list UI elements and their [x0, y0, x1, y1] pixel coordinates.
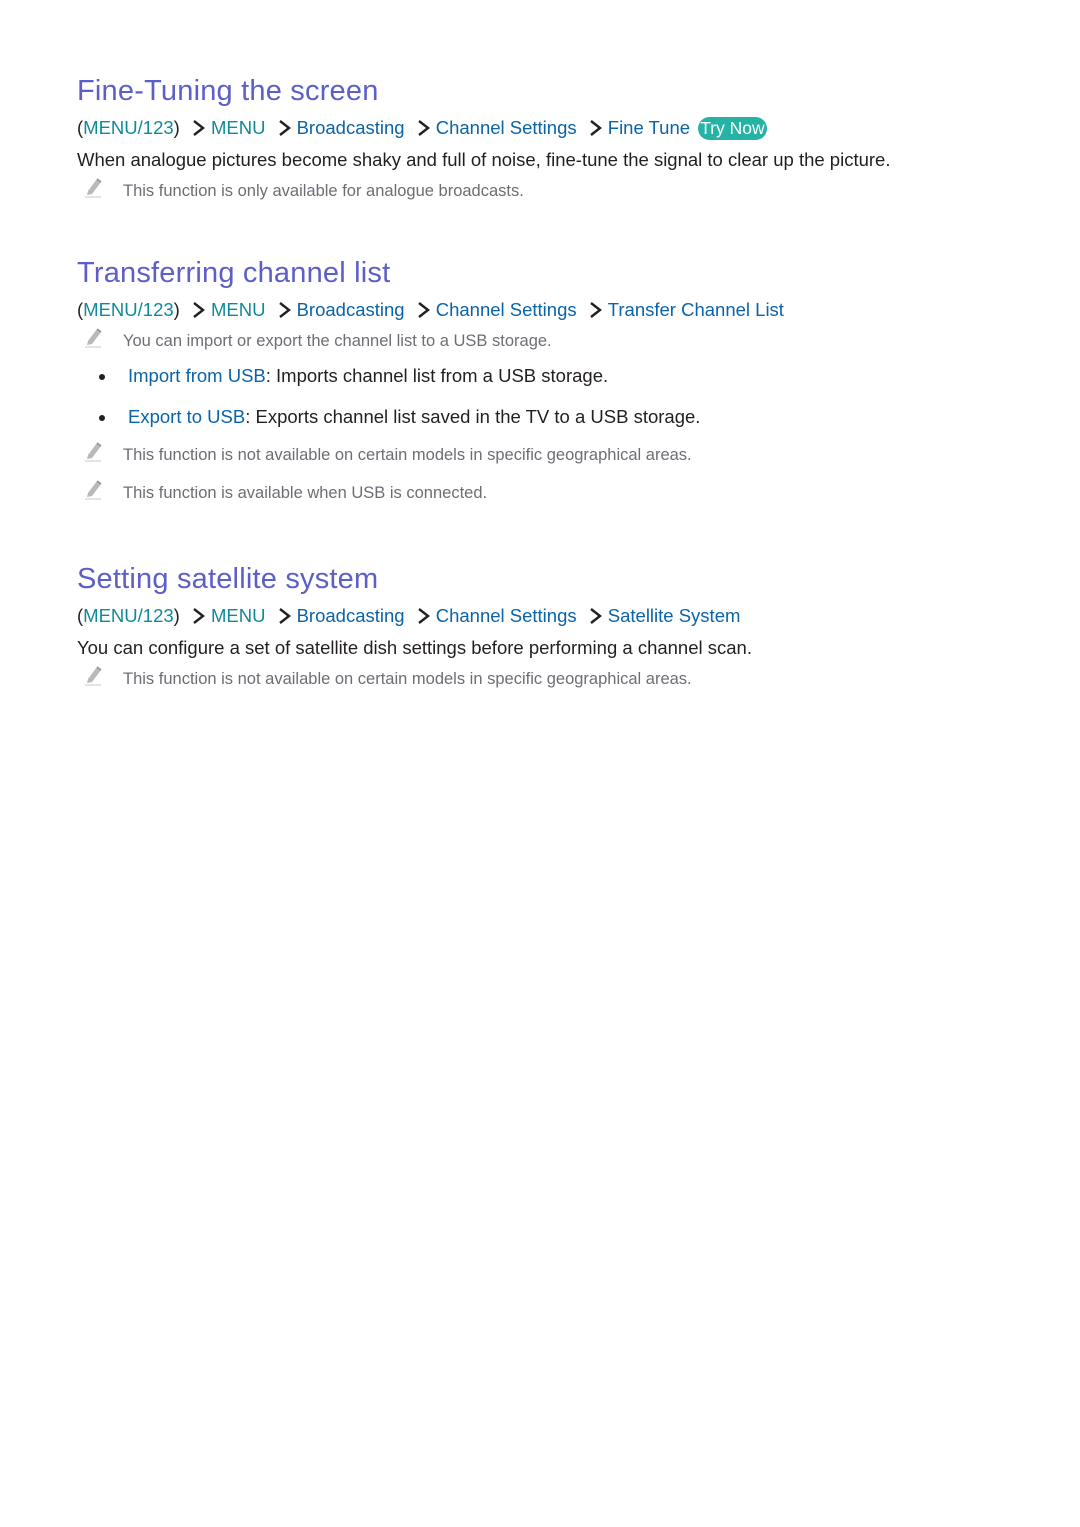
- menu-path: (MENU/123) MENU Broadcasting Channel Set…: [77, 298, 1037, 322]
- section-heading: Transferring channel list: [77, 257, 391, 289]
- menu-key[interactable]: MENU/123: [83, 299, 173, 320]
- crumb-broadcasting[interactable]: Broadcasting: [297, 299, 405, 320]
- crumb-fine-tune[interactable]: Fine Tune: [608, 117, 690, 138]
- note-text: This function is only available for anal…: [123, 182, 524, 200]
- option-export-to-usb[interactable]: Export to USB: [128, 406, 245, 427]
- menu-key[interactable]: MENU/123: [83, 605, 173, 626]
- note-text: This function is not available on certai…: [123, 446, 692, 464]
- chevron-right-icon: [416, 301, 432, 319]
- paren-close: ): [173, 299, 180, 320]
- note-text: You can import or export the channel lis…: [123, 332, 552, 350]
- section-description: When analogue pictures become shaky and …: [77, 149, 891, 170]
- chevron-right-icon: [191, 607, 207, 625]
- crumb-channel-settings[interactable]: Channel Settings: [436, 117, 577, 138]
- paren-close: ): [173, 117, 180, 138]
- crumb-channel-settings[interactable]: Channel Settings: [436, 299, 577, 320]
- chevron-right-icon: [416, 607, 432, 625]
- crumb-menu[interactable]: MENU: [211, 605, 265, 626]
- option-description: Imports channel list from a USB storage.: [276, 365, 609, 386]
- pencil-icon: [84, 176, 104, 198]
- section-satellite-system: Setting satellite system (MENU/123) MENU…: [77, 562, 1037, 690]
- chevron-right-icon: [416, 119, 432, 137]
- chevron-right-icon: [277, 119, 293, 137]
- crumb-transfer-channel-list[interactable]: Transfer Channel List: [608, 299, 784, 320]
- chevron-right-icon: [191, 301, 207, 319]
- crumb-broadcasting[interactable]: Broadcasting: [297, 117, 405, 138]
- bullet-icon: [99, 415, 105, 421]
- crumb-satellite-system[interactable]: Satellite System: [608, 605, 741, 626]
- note-text: This function is not available on certai…: [123, 670, 692, 688]
- section-heading: Setting satellite system: [77, 563, 379, 595]
- try-now-button[interactable]: Try Now: [698, 117, 767, 140]
- section-fine-tuning: Fine-Tuning the screen (MENU/123) MENU B…: [77, 74, 1037, 202]
- crumb-menu[interactable]: MENU: [211, 299, 265, 320]
- pencil-icon: [84, 664, 104, 686]
- chevron-right-icon: [277, 607, 293, 625]
- chevron-right-icon: [191, 119, 207, 137]
- section-transfer-channel-list: Transferring channel list (MENU/123) MEN…: [77, 256, 1037, 504]
- note: This function is not available on certai…: [77, 442, 1037, 466]
- note: This function is only available for anal…: [77, 178, 1037, 202]
- menu-path: (MENU/123) MENU Broadcasting Channel Set…: [77, 116, 1037, 140]
- crumb-broadcasting[interactable]: Broadcasting: [297, 605, 405, 626]
- list-item: Export to USB: Exports channel list save…: [77, 405, 1037, 429]
- section-description: You can configure a set of satellite dis…: [77, 637, 752, 658]
- note: This function is not available on certai…: [77, 666, 1037, 690]
- pencil-icon: [84, 440, 104, 462]
- pencil-icon: [84, 478, 104, 500]
- note: You can import or export the channel lis…: [77, 328, 1037, 352]
- menu-key[interactable]: MENU/123: [83, 117, 173, 138]
- pencil-icon: [84, 326, 104, 348]
- section-heading: Fine-Tuning the screen: [77, 75, 379, 107]
- crumb-menu[interactable]: MENU: [211, 117, 265, 138]
- chevron-right-icon: [588, 301, 604, 319]
- option-separator: :: [245, 406, 256, 427]
- chevron-right-icon: [277, 301, 293, 319]
- note-text: This function is available when USB is c…: [123, 484, 488, 502]
- option-description: Exports channel list saved in the TV to …: [255, 406, 701, 427]
- bullet-icon: [99, 374, 105, 380]
- crumb-channel-settings[interactable]: Channel Settings: [436, 605, 577, 626]
- list-item: Import from USB: Imports channel list fr…: [77, 364, 1037, 388]
- paren-close: ): [173, 605, 180, 626]
- chevron-right-icon: [588, 119, 604, 137]
- option-import-from-usb[interactable]: Import from USB: [128, 365, 266, 386]
- chevron-right-icon: [588, 607, 604, 625]
- option-separator: :: [265, 365, 277, 386]
- option-list: Import from USB: Imports channel list fr…: [77, 364, 1037, 429]
- menu-path: (MENU/123) MENU Broadcasting Channel Set…: [77, 604, 1037, 628]
- note: This function is available when USB is c…: [77, 480, 1037, 504]
